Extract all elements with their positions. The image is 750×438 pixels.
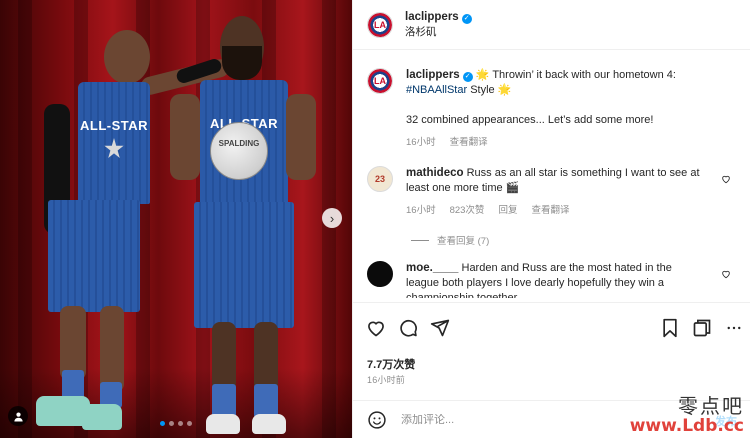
emoji-icon[interactable] bbox=[367, 410, 387, 430]
share-button[interactable] bbox=[429, 317, 451, 339]
clapper-emoji: 🎬 bbox=[505, 182, 520, 194]
slide-indicator bbox=[0, 421, 352, 426]
star-emoji: 🌟 bbox=[497, 84, 512, 96]
bookmark-button[interactable] bbox=[659, 317, 681, 339]
share-icon bbox=[430, 319, 450, 337]
player-right-shorts bbox=[194, 202, 294, 328]
caption-row: LA laclippers ✓ 🌟 Throwin’ it back with o… bbox=[367, 68, 737, 150]
heart-icon bbox=[368, 321, 384, 337]
replies-divider bbox=[411, 239, 429, 241]
like-button[interactable] bbox=[365, 317, 387, 339]
sock bbox=[254, 384, 278, 418]
post-comment-button[interactable]: 发布 bbox=[715, 413, 737, 429]
bookmark-icon bbox=[663, 318, 677, 338]
multi-image-icon bbox=[693, 319, 711, 337]
add-comment-bar: 发布 bbox=[353, 400, 750, 438]
comment-button[interactable] bbox=[397, 317, 419, 339]
account-avatar[interactable]: LA bbox=[367, 11, 393, 38]
comment-input[interactable] bbox=[401, 413, 681, 426]
player-right-arm bbox=[170, 94, 200, 180]
caption-text: Throwin’ it back with our hometown 4: bbox=[492, 69, 676, 81]
player-right-leg bbox=[212, 322, 236, 392]
caption-age[interactable]: 16小时 bbox=[406, 135, 436, 150]
clippers-logo: LA bbox=[368, 12, 392, 37]
post-location[interactable]: 洛杉矶 bbox=[405, 25, 472, 40]
clippers-logo: LA bbox=[368, 69, 392, 93]
ball-brand: SPALDING bbox=[218, 139, 260, 148]
comment-icon bbox=[400, 319, 417, 337]
caption-hashtag[interactable]: #NBAAllStar bbox=[406, 84, 467, 96]
caption-avatar[interactable]: LA bbox=[367, 68, 393, 94]
more-options-button[interactable] bbox=[723, 317, 745, 339]
comment-row: moe.____ Harden and Russ are the most ha… bbox=[367, 261, 737, 298]
slide-dot bbox=[160, 421, 165, 426]
comment-translate-link[interactable]: 查看翻译 bbox=[531, 203, 569, 218]
slide-dot bbox=[187, 421, 192, 426]
post-time[interactable]: 16小时前 bbox=[367, 373, 405, 386]
view-replies-button[interactable]: 查看回复 (7) bbox=[411, 233, 489, 247]
account-username[interactable]: laclippers bbox=[405, 11, 459, 23]
comment-age[interactable]: 16小时 bbox=[406, 203, 436, 218]
caption-username[interactable]: laclippers bbox=[406, 69, 460, 81]
player-left-jersey: ALL-STAR bbox=[78, 82, 150, 204]
player-right-arm bbox=[286, 94, 316, 180]
post-media[interactable]: ALL-STAR ALL-STAR SPALDING › bbox=[0, 0, 352, 438]
likes-count[interactable]: 7.7万次赞 bbox=[367, 356, 415, 372]
player-left-shorts bbox=[48, 200, 140, 312]
caption-text: Style bbox=[470, 84, 495, 96]
player-right-leg bbox=[254, 322, 278, 392]
slide-dot bbox=[169, 421, 174, 426]
post-header: LA laclippers ✓ 洛杉矶 bbox=[353, 0, 750, 50]
beard bbox=[222, 46, 262, 80]
basketball: SPALDING bbox=[210, 122, 268, 180]
caption-translate-link[interactable]: 查看翻译 bbox=[450, 135, 488, 150]
comment-likes[interactable]: 823次赞 bbox=[450, 203, 485, 218]
comments-list[interactable]: LA laclippers ✓ 🌟 Throwin’ it back with o… bbox=[353, 58, 750, 298]
commenter-avatar[interactable]: 23 bbox=[367, 166, 393, 192]
verified-badge-icon: ✓ bbox=[461, 13, 472, 24]
jersey-text: ALL-STAR bbox=[79, 118, 149, 133]
verified-badge-icon: ✓ bbox=[462, 72, 473, 82]
chevron-right-icon: › bbox=[329, 210, 335, 226]
shoe bbox=[82, 404, 122, 430]
player-left-leg bbox=[100, 306, 124, 392]
collection-button[interactable] bbox=[691, 317, 713, 339]
commenter-avatar[interactable] bbox=[367, 261, 393, 287]
player-left-head bbox=[104, 30, 150, 84]
player-left-leg bbox=[60, 306, 86, 380]
heart-icon[interactable] bbox=[721, 174, 731, 184]
slide-dot bbox=[178, 421, 183, 426]
sock bbox=[212, 384, 236, 418]
comment-row: 23 mathideco Russ as an all star is some… bbox=[367, 166, 737, 218]
reply-button[interactable]: 回复 bbox=[498, 203, 517, 218]
heart-icon[interactable] bbox=[721, 269, 731, 279]
post-side-panel: LA laclippers ✓ 洛杉矶 LA laclippers ✓ 🌟 Thro… bbox=[352, 0, 750, 438]
action-bar bbox=[353, 302, 750, 352]
caption-text: 32 combined appearances... Let’s add som… bbox=[406, 114, 654, 126]
commenter-username[interactable]: moe.____ bbox=[406, 262, 458, 274]
commenter-username[interactable]: mathideco bbox=[406, 167, 464, 179]
star-emoji: 🌟 bbox=[475, 69, 490, 81]
tag-user-icon bbox=[13, 412, 23, 422]
more-options-icon bbox=[727, 326, 741, 330]
next-slide-button[interactable]: › bbox=[322, 208, 342, 228]
view-replies-label: 查看回复 (7) bbox=[437, 236, 490, 247]
star-logo bbox=[104, 138, 124, 159]
